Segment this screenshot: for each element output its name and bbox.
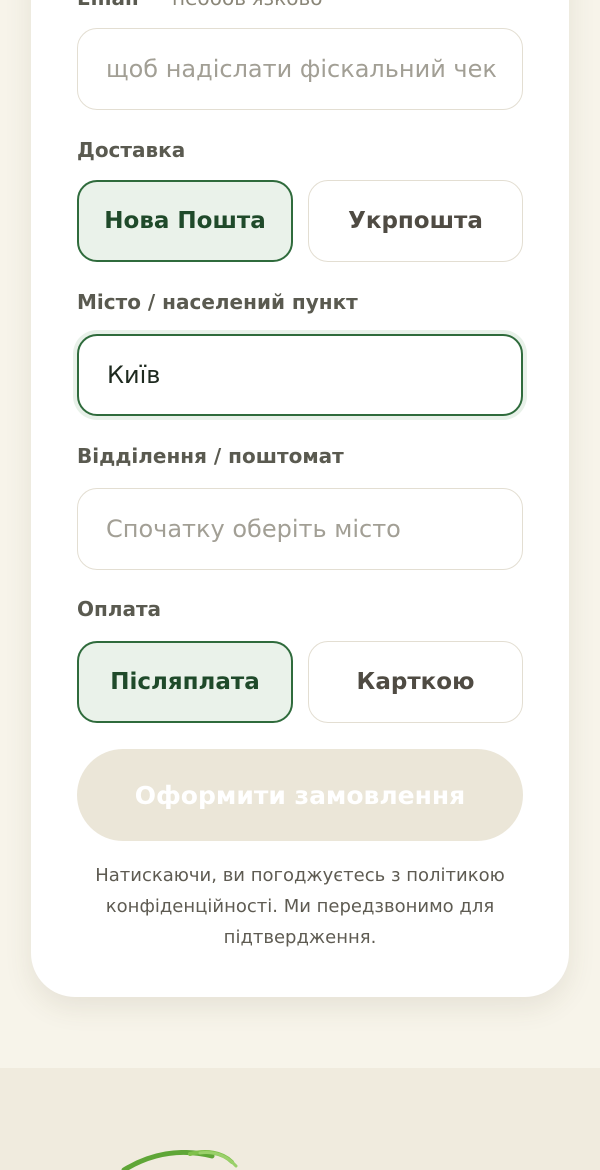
- city-value: Київ: [107, 361, 161, 389]
- city-label: Місто / населений пункт: [77, 290, 358, 314]
- footer: [0, 1068, 600, 1170]
- delivery-option-nova-poshta[interactable]: Нова Пошта: [77, 180, 293, 262]
- email-placeholder: щоб надіслати фіскальний чек: [106, 55, 497, 83]
- brand-logo-icon: [121, 1150, 238, 1170]
- branch-field[interactable]: Спочатку оберіть місто: [77, 488, 523, 570]
- delivery-option-ukrposhta[interactable]: Укрпошта: [308, 180, 523, 262]
- email-optional-note: — необов'язково: [146, 0, 323, 10]
- branch-label: Відділення / поштомат: [77, 444, 344, 468]
- branch-placeholder: Спочатку оберіть місто: [106, 515, 401, 543]
- submit-order-button[interactable]: Оформити замовлення: [77, 749, 523, 841]
- delivery-label: Доставка: [77, 138, 186, 162]
- email-label-text: Email: [77, 0, 139, 10]
- payment-label: Оплата: [77, 597, 162, 621]
- privacy-disclaimer: Натискаючи, ви погоджуєтесь з політикою …: [95, 865, 505, 948]
- city-field[interactable]: Київ: [77, 334, 523, 416]
- email-label: Email — необов'язково: [77, 0, 323, 10]
- payment-option-card[interactable]: Карткою: [308, 641, 523, 723]
- payment-option-cod[interactable]: Післяплата: [77, 641, 293, 723]
- email-field[interactable]: щоб надіслати фіскальний чек: [77, 28, 523, 110]
